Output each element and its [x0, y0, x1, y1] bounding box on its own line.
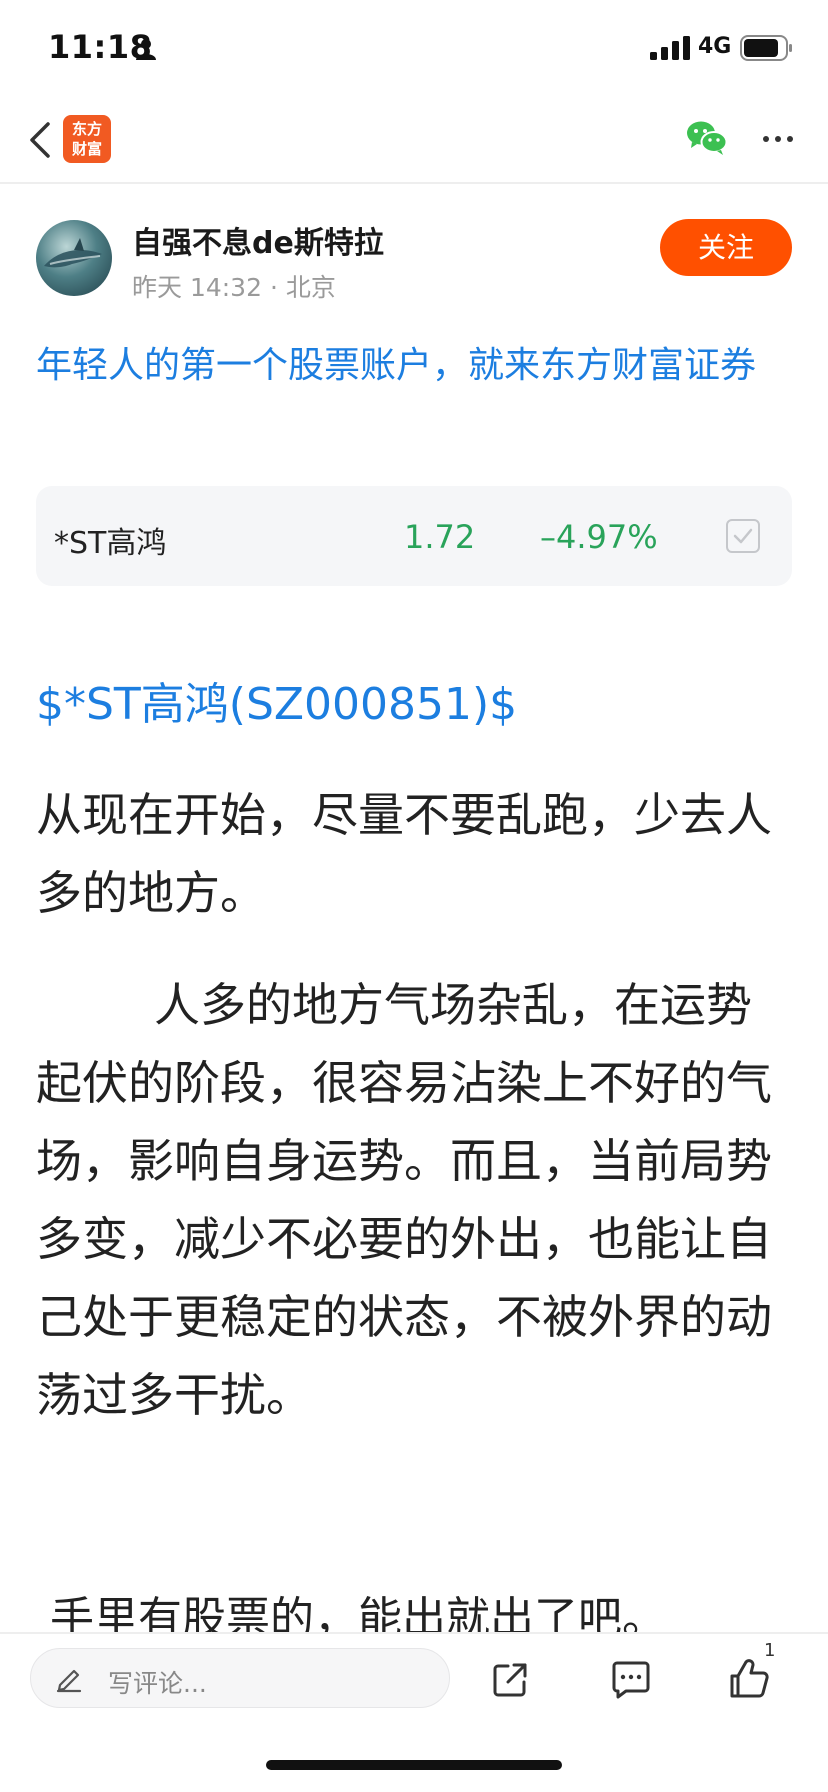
post-time-location: 昨天 14:32 · 北京	[132, 273, 336, 302]
stock-change: –4.97%	[540, 518, 658, 556]
check-icon	[733, 528, 753, 544]
more-icon[interactable]	[760, 126, 796, 152]
post-paragraph-2: 人多的地方气场杂乱，在运势起伏的阶段，很容易沾染上不好的气场，影响自身运势。而且…	[36, 978, 772, 1422]
comment-input[interactable]	[30, 1648, 450, 1708]
home-indicator	[266, 1760, 562, 1770]
stock-price: 1.72	[404, 518, 476, 556]
logo-text-line1: 东方	[71, 120, 102, 138]
comment-placeholder[interactable]: 写评论...	[108, 1664, 207, 1700]
comment-icon[interactable]	[610, 1660, 652, 1700]
logo-text-line2: 财富	[71, 140, 102, 158]
app-logo[interactable]: 东方 财富	[63, 115, 111, 163]
avatar-shark-image	[44, 238, 102, 268]
back-icon[interactable]	[26, 120, 54, 160]
battery-icon	[740, 35, 792, 61]
wechat-icon[interactable]	[686, 120, 728, 156]
promo-link[interactable]: 年轻人的第一个股票账户，就来东方财富证券	[36, 338, 796, 394]
signal-icon	[650, 36, 690, 60]
stock-name: *ST高鸿	[54, 526, 167, 561]
author-name[interactable]: 自强不息de斯特拉	[132, 218, 384, 262]
stock-ticker-link[interactable]: $*ST高鸿(SZ000851)$	[36, 668, 517, 732]
avatar[interactable]	[36, 220, 112, 296]
network-label: 4G	[698, 34, 732, 59]
post-paragraph-1: 从现在开始，尽量不要乱跑，少去人多的地方。	[36, 788, 772, 920]
person-icon	[136, 39, 156, 60]
follow-button[interactable]: 关注	[660, 219, 792, 276]
like-icon[interactable]	[728, 1656, 770, 1700]
pencil-icon	[56, 1669, 82, 1693]
share-icon[interactable]	[490, 1660, 530, 1700]
watchlist-checkbox[interactable]	[726, 519, 760, 553]
nav-divider	[0, 182, 828, 184]
like-count: 1	[764, 1640, 776, 1661]
